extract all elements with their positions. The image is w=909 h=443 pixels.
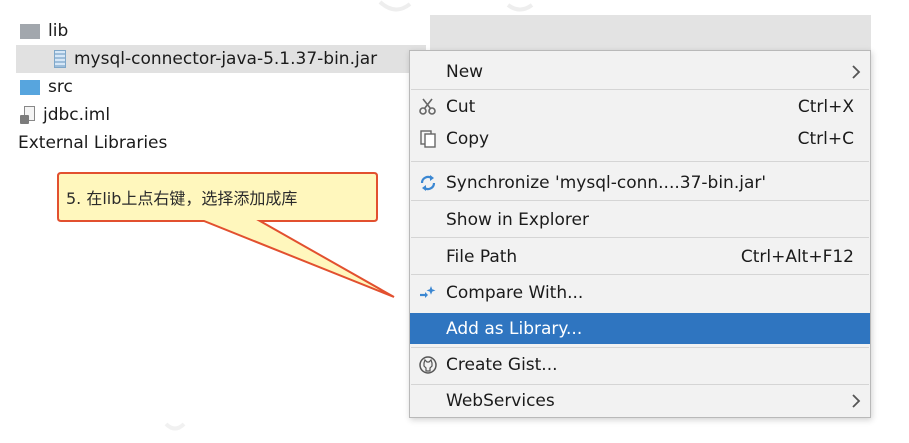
menu-item-shortcut: Ctrl+X <box>797 96 854 117</box>
tree-item-label: jdbc.iml <box>43 105 111 125</box>
context-menu: New Cut Ctrl+X Copy Ctrl+C Synchronize '… <box>409 50 871 418</box>
tree-item-label: lib <box>48 21 69 41</box>
tree-item-external-libraries[interactable]: External Libraries <box>18 129 167 157</box>
menu-item-label: WebServices <box>446 390 555 411</box>
gist-icon <box>418 355 438 375</box>
menu-item-file-path[interactable]: File Path Ctrl+Alt+F12 <box>410 241 870 272</box>
menu-item-show-in-explorer[interactable]: Show in Explorer <box>410 204 870 235</box>
callout-text: 5. 在lib上点右键，选择添加成库 <box>66 189 298 208</box>
menu-item-new[interactable]: New <box>410 56 870 87</box>
menu-item-shortcut: Ctrl+C <box>797 128 854 149</box>
menu-separator <box>411 347 869 348</box>
menu-item-cut[interactable]: Cut Ctrl+X <box>410 91 870 122</box>
tree-item-mysql-connector-jar[interactable]: mysql-connector-java-5.1.37-bin.jar <box>16 45 426 73</box>
tree-item-label: src <box>48 77 73 97</box>
menu-item-label: New <box>446 61 484 82</box>
menu-item-label: Copy <box>446 128 490 149</box>
menu-separator <box>411 200 869 201</box>
menu-item-label: Cut <box>446 96 476 117</box>
folder-icon <box>20 79 40 95</box>
menu-item-label: Synchronize 'mysql-conn....37-bin.jar' <box>446 172 767 193</box>
menu-item-copy[interactable]: Copy Ctrl+C <box>410 123 870 154</box>
menu-item-synchronize[interactable]: Synchronize 'mysql-conn....37-bin.jar' <box>410 167 870 198</box>
menu-item-label: File Path <box>446 246 518 267</box>
sync-icon <box>418 173 438 193</box>
project-tree: lib mysql-connector-java-5.1.37-bin.jar … <box>0 0 430 170</box>
tree-item-src[interactable]: src <box>20 73 73 101</box>
context-menu-top-strip <box>430 15 871 51</box>
menu-item-label: Create Gist... <box>446 354 558 375</box>
menu-item-create-gist[interactable]: Create Gist... <box>410 349 870 380</box>
chevron-right-icon <box>852 393 861 408</box>
copy-icon <box>418 129 438 149</box>
menu-separator <box>411 274 869 275</box>
menu-separator <box>411 161 869 162</box>
menu-separator <box>411 237 869 238</box>
menu-item-shortcut: Ctrl+Alt+F12 <box>740 246 854 267</box>
tree-item-label: External Libraries <box>18 133 168 153</box>
chevron-right-icon <box>852 64 861 79</box>
menu-item-compare-with[interactable]: Compare With... <box>410 277 870 308</box>
menu-separator <box>411 89 869 90</box>
folder-icon <box>20 23 40 39</box>
cut-icon <box>418 97 438 117</box>
iml-file-icon <box>20 106 35 124</box>
menu-item-label: Compare With... <box>446 282 584 303</box>
menu-item-add-as-library[interactable]: Add as Library... <box>410 313 870 344</box>
menu-item-label: Add as Library... <box>446 318 583 339</box>
tree-item-jdbc-iml[interactable]: jdbc.iml <box>20 101 110 129</box>
compare-icon <box>418 283 438 303</box>
jar-icon <box>54 50 66 68</box>
tree-item-label: mysql-connector-java-5.1.37-bin.jar <box>74 49 378 69</box>
menu-item-label: Show in Explorer <box>446 209 589 230</box>
tree-item-lib[interactable]: lib <box>20 17 68 45</box>
menu-item-webservices[interactable]: WebServices <box>410 385 870 416</box>
